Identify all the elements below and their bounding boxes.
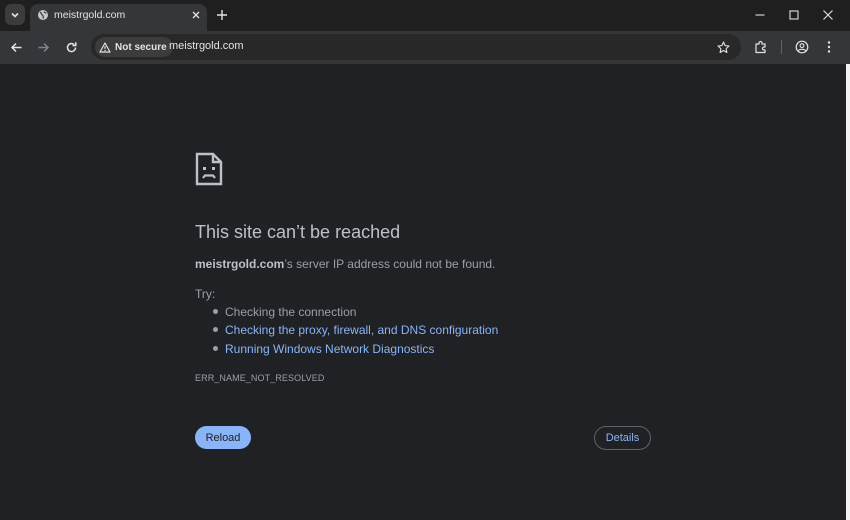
- page-content: This site can’t be reached meistrgold.co…: [0, 64, 846, 520]
- tab-active[interactable]: meistrgold.com: [30, 4, 207, 31]
- bullet-icon: [213, 309, 218, 315]
- suggestion-item: Checking the connection: [213, 305, 356, 319]
- error-heading: This site can’t be reached: [195, 222, 401, 242]
- suggestion-link-diagnostics[interactable]: Running Windows Network Diagnostics: [225, 342, 434, 356]
- close-window-button[interactable]: [820, 7, 836, 23]
- reload-button[interactable]: [62, 38, 80, 56]
- bookmark-button[interactable]: [714, 38, 732, 56]
- bullet-icon: [213, 346, 218, 352]
- minimize-icon: [755, 14, 765, 16]
- tab-search-button[interactable]: [5, 4, 25, 25]
- tab-title: meistrgold.com: [54, 9, 126, 21]
- tab-close-button[interactable]: [189, 8, 203, 22]
- maximize-icon: [789, 10, 799, 20]
- reload-icon: [66, 41, 77, 52]
- puzzle-icon: [755, 40, 766, 54]
- suggestion-link-proxy[interactable]: Checking the proxy, firewall, and DNS co…: [225, 323, 498, 337]
- profile-icon: [795, 40, 809, 54]
- security-chip-label: Not secure: [115, 41, 167, 53]
- chevron-down-icon: [11, 12, 19, 18]
- extensions-button[interactable]: [752, 38, 770, 56]
- error-host: meistrgold.com: [195, 257, 285, 271]
- minimize-button[interactable]: [752, 7, 768, 23]
- warning-icon: [99, 41, 111, 53]
- reload-button[interactable]: Reload: [195, 426, 251, 449]
- toolbar: Not secure meistrgold.com: [0, 31, 850, 64]
- suggestion-item: Checking the proxy, firewall, and DNS co…: [213, 323, 498, 337]
- error-message: meistrgold.com’s server IP address could…: [195, 257, 495, 271]
- address-bar[interactable]: Not secure meistrgold.com: [91, 34, 741, 60]
- star-icon: [716, 40, 730, 53]
- sad-page-icon: [195, 152, 223, 186]
- close-icon: [823, 10, 833, 20]
- back-arrow-icon: [10, 42, 21, 52]
- close-icon: [192, 11, 200, 19]
- try-label: Try:: [195, 287, 216, 301]
- back-button[interactable]: [7, 38, 25, 56]
- forward-button[interactable]: [34, 38, 52, 56]
- details-button[interactable]: Details: [594, 426, 651, 450]
- bullet-icon: [213, 327, 218, 333]
- plus-icon: [217, 10, 227, 20]
- tab-strip: meistrgold.com: [0, 0, 850, 31]
- browser-menu-button[interactable]: [820, 38, 838, 56]
- kebab-menu-icon: [827, 41, 831, 53]
- maximize-button[interactable]: [786, 7, 802, 23]
- profile-button[interactable]: [793, 38, 811, 56]
- suggestion-item: Running Windows Network Diagnostics: [213, 342, 434, 356]
- toolbar-divider: [781, 40, 782, 54]
- url-text[interactable]: meistrgold.com: [169, 40, 244, 52]
- error-message-suffix: ’s server IP address could not be found.: [284, 257, 496, 271]
- window-edge: [846, 64, 850, 520]
- new-tab-button[interactable]: [214, 7, 230, 23]
- globe-icon: [38, 10, 48, 20]
- forward-arrow-icon: [38, 42, 49, 52]
- suggestion-text: Checking the connection: [225, 305, 357, 319]
- error-code: ERR_NAME_NOT_RESOLVED: [195, 373, 325, 383]
